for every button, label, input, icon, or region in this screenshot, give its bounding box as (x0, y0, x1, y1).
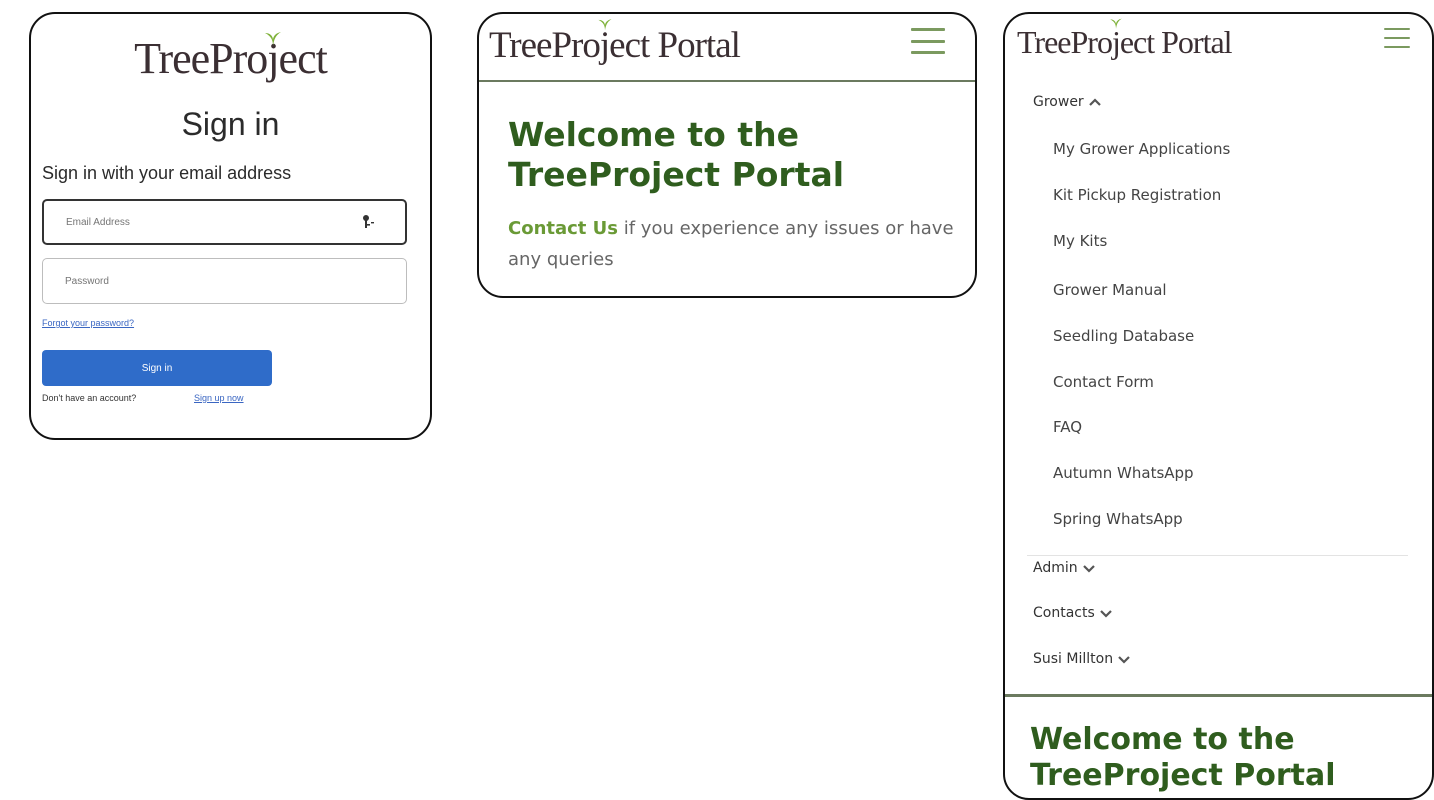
chevron-down-icon (1099, 610, 1112, 618)
signin-title: Sign in (181, 106, 280, 142)
hamburger-menu-icon[interactable] (1384, 28, 1410, 48)
portal-logo[interactable]: TreePro ject Portal (489, 19, 741, 68)
portal-header: TreePro ject Portal (479, 14, 975, 82)
signup-link[interactable]: Sign up now (194, 393, 244, 403)
signin-button[interactable]: Sign in (42, 350, 272, 386)
menu-contacts[interactable]: Contacts (1033, 605, 1113, 621)
contact-message: Contact Us if you experience any issues … (508, 218, 954, 270)
menu-item-my-grower-applications[interactable]: My Grower Applications (1053, 140, 1230, 158)
menu-item-my-kits[interactable]: My Kits (1053, 232, 1107, 250)
chevron-down-icon (1082, 565, 1095, 573)
chevron-up-icon (1088, 98, 1101, 106)
signin-panel: TreePro ject Sign in Sign in with your em… (29, 12, 432, 440)
hamburger-menu-icon[interactable] (911, 28, 945, 54)
header-divider (1005, 694, 1432, 697)
menu-user-account[interactable]: Susi Millton (1033, 651, 1131, 667)
menu-admin[interactable]: Admin (1033, 560, 1096, 576)
menu-item-seedling-database[interactable]: Seedling Database (1053, 327, 1194, 345)
menu-item-faq[interactable]: FAQ (1053, 418, 1082, 436)
menu-divider (1027, 555, 1408, 556)
sprout-icon: j (264, 32, 281, 84)
password-input[interactable] (42, 258, 407, 304)
welcome-heading: Welcome to the TreeProject Portal (508, 115, 845, 194)
email-input[interactable] (42, 199, 407, 245)
sprout-icon: j (597, 19, 612, 68)
contact-us-link[interactable]: Contact Us (508, 218, 618, 239)
no-account-text: Don't have an account? (42, 393, 137, 403)
portal-logo[interactable]: TreePro ject Portal (1017, 18, 1233, 62)
portal-home-panel: TreePro ject Portal Welcome to the TreePr… (477, 12, 977, 298)
menu-item-contact-form[interactable]: Contact Form (1053, 373, 1154, 391)
menu-grower[interactable]: Grower (1033, 94, 1102, 110)
chevron-down-icon (1118, 656, 1130, 664)
menu-item-grower-manual[interactable]: Grower Manual (1053, 281, 1167, 299)
sprout-icon: j (1110, 18, 1122, 62)
menu-item-autumn-whatsapp[interactable]: Autumn WhatsApp (1053, 464, 1194, 482)
menu-item-spring-whatsapp[interactable]: Spring WhatsApp (1053, 510, 1183, 528)
menu-item-kit-pickup-registration[interactable]: Kit Pickup Registration (1053, 186, 1221, 204)
password-manager-key-icon[interactable] (361, 214, 375, 230)
treeproject-logo: TreePro ject (134, 32, 328, 84)
welcome-heading: Welcome to the TreeProject Portal (1030, 722, 1336, 793)
portal-header: TreePro ject Portal (1005, 14, 1432, 80)
signin-subtitle: Sign in with your email address (42, 163, 292, 183)
portal-menu-panel: TreePro ject Portal Grower My Grower Appl… (1003, 12, 1434, 800)
forgot-password-link[interactable]: Forgot your password? (42, 318, 134, 328)
